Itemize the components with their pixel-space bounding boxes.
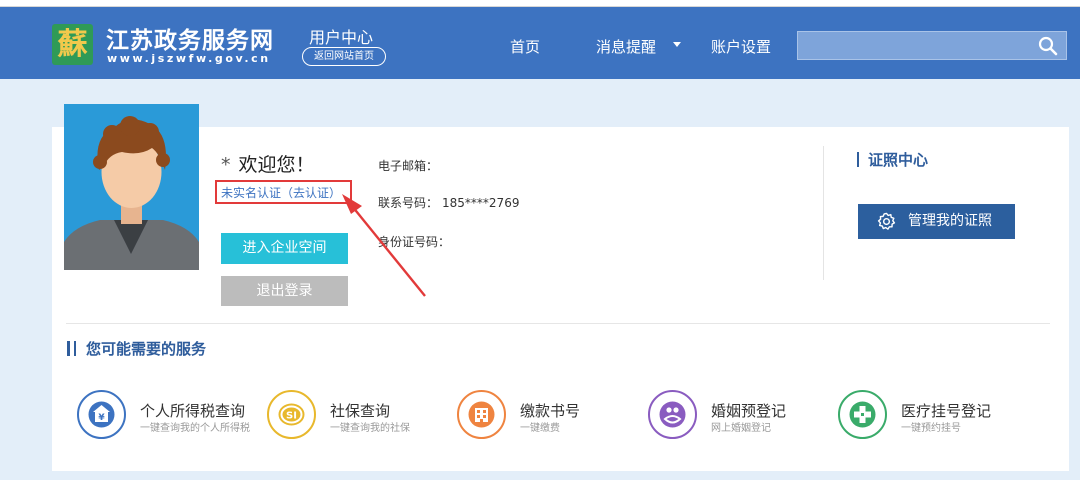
site-domain: www.jszwfw.gov.cn [107, 52, 271, 65]
logout-button[interactable]: 退出登录 [221, 276, 348, 306]
email-label: 电子邮箱： [378, 159, 439, 173]
site-header: 蘇 江苏政务服务网 www.jszwfw.gov.cn 用户中心 返回网站首页 … [0, 7, 1080, 79]
enter-enterprise-button[interactable]: 进入企业空间 [221, 233, 348, 264]
service-name: 医疗挂号登记 [901, 402, 992, 420]
nav-messages[interactable]: 消息提醒 [596, 36, 656, 57]
user-avatar [64, 104, 199, 270]
manage-license-label: 管理我的证照 [908, 213, 992, 229]
services-title-label: 您可能需要的服务 [86, 340, 207, 358]
license-center-label: 证照中心 [868, 151, 929, 169]
title-bar-icon [857, 152, 859, 167]
service-item-social-security[interactable]: SI 社保查询 一键查询我的社保 [267, 390, 437, 450]
welcome-star: * [221, 154, 231, 176]
manage-license-button[interactable]: 管理我的证照 [858, 204, 1015, 239]
service-desc: 一键预约挂号 [901, 423, 961, 434]
social-security-icon: SI [267, 390, 316, 439]
medical-icon [838, 390, 887, 439]
service-item-medical[interactable]: 医疗挂号登记 一键预约挂号 [838, 390, 1018, 450]
nav-home[interactable]: 首页 [510, 36, 540, 57]
service-name: 缴款书号 [520, 402, 581, 420]
license-center-title: 证照中心 [857, 149, 928, 170]
back-to-home-link[interactable]: 返回网站首页 [302, 47, 386, 66]
vertical-divider [823, 146, 824, 280]
browser-top-strip [0, 0, 1080, 7]
horizontal-divider [66, 323, 1050, 324]
section-title: 用户中心 [309, 28, 374, 47]
red-arrow-annotation [342, 194, 426, 297]
marriage-icon [648, 390, 697, 439]
service-name: 社保查询 [330, 402, 391, 420]
site-logo-icon[interactable]: 蘇 [52, 24, 93, 65]
site-name[interactable]: 江苏政务服务网 [106, 21, 274, 55]
verify-identity-link[interactable]: 未实名认证（去认证） [221, 184, 341, 201]
service-desc: 一键缴费 [520, 423, 560, 434]
logo-glyph: 蘇 [57, 27, 88, 62]
service-name: 婚姻预登记 [711, 402, 787, 420]
welcome-text: * 欢迎您！ [221, 150, 315, 177]
nav-account-settings[interactable]: 账户设置 [711, 36, 771, 57]
service-desc: 一键查询我的个人所得税 [140, 423, 250, 434]
search-box[interactable] [797, 31, 1067, 60]
service-item-payment[interactable]: 缴款书号 一键缴费 [457, 390, 627, 450]
search-icon[interactable] [1038, 36, 1058, 56]
service-desc: 一键查询我的社保 [330, 423, 410, 434]
building-icon [457, 390, 506, 439]
phone-value: 185****2769 [442, 196, 520, 210]
email-row: 电子邮箱： [378, 157, 438, 174]
services-title: 您可能需要的服务 [67, 338, 206, 359]
gear-icon [877, 212, 896, 230]
svg-text:¥: ¥ [98, 413, 105, 423]
service-item-income-tax[interactable]: ¥ 个人所得税查询 一键查询我的个人所得税 [77, 390, 252, 450]
svg-text:SI: SI [286, 411, 297, 422]
tax-icon: ¥ [77, 390, 126, 439]
service-item-marriage[interactable]: 婚姻预登记 网上婚姻登记 [648, 390, 818, 450]
avatar-illustration [64, 104, 199, 270]
welcome-greeting: 欢迎您！ [238, 154, 315, 176]
service-desc: 网上婚姻登记 [711, 423, 771, 434]
service-name: 个人所得税查询 [140, 402, 246, 420]
chevron-down-icon[interactable] [673, 42, 681, 47]
title-bars-icon [67, 341, 76, 356]
